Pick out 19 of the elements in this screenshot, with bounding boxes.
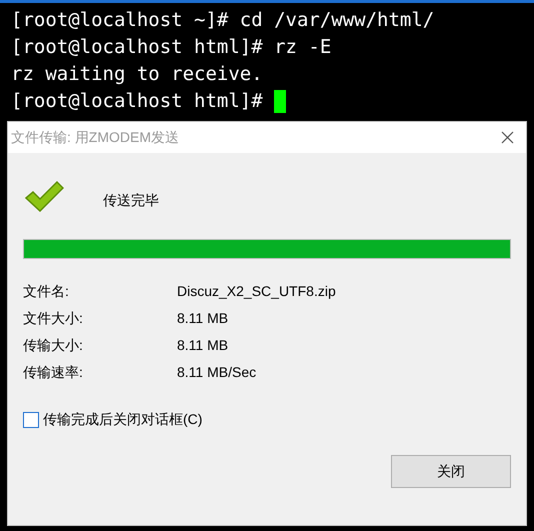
checkbox[interactable] [23, 412, 39, 428]
field-value: 8.11 MB [177, 336, 228, 355]
terminal-line: [root@localhost html]# rz -E [11, 35, 332, 60]
field-value: 8.11 MB [177, 309, 228, 328]
window-title: 文件传输: 用ZMODEM发送 [11, 128, 179, 147]
field-label: 传输速率: [23, 363, 84, 382]
terminal-line: [root@localhost ~]# cd /var/www/html/ [11, 8, 434, 33]
checkbox-label[interactable]: 传输完成后关闭对话框(C) [43, 409, 202, 430]
field-label: 文件名: [23, 282, 70, 301]
close-icon[interactable] [501, 131, 514, 144]
terminal-line: rz waiting to receive. [11, 62, 263, 87]
field-value: Discuz_X2_SC_UTF8.zip [177, 282, 336, 301]
field-value: 8.11 MB/Sec [177, 363, 256, 382]
close-button[interactable]: 关闭 [391, 455, 511, 488]
checkmark-icon [24, 180, 64, 212]
status-text: 传送完毕 [103, 190, 159, 210]
field-label: 文件大小: [23, 309, 84, 328]
terminal-line: [root@localhost html]# [11, 89, 264, 114]
field-label: 传输大小: [23, 336, 84, 355]
